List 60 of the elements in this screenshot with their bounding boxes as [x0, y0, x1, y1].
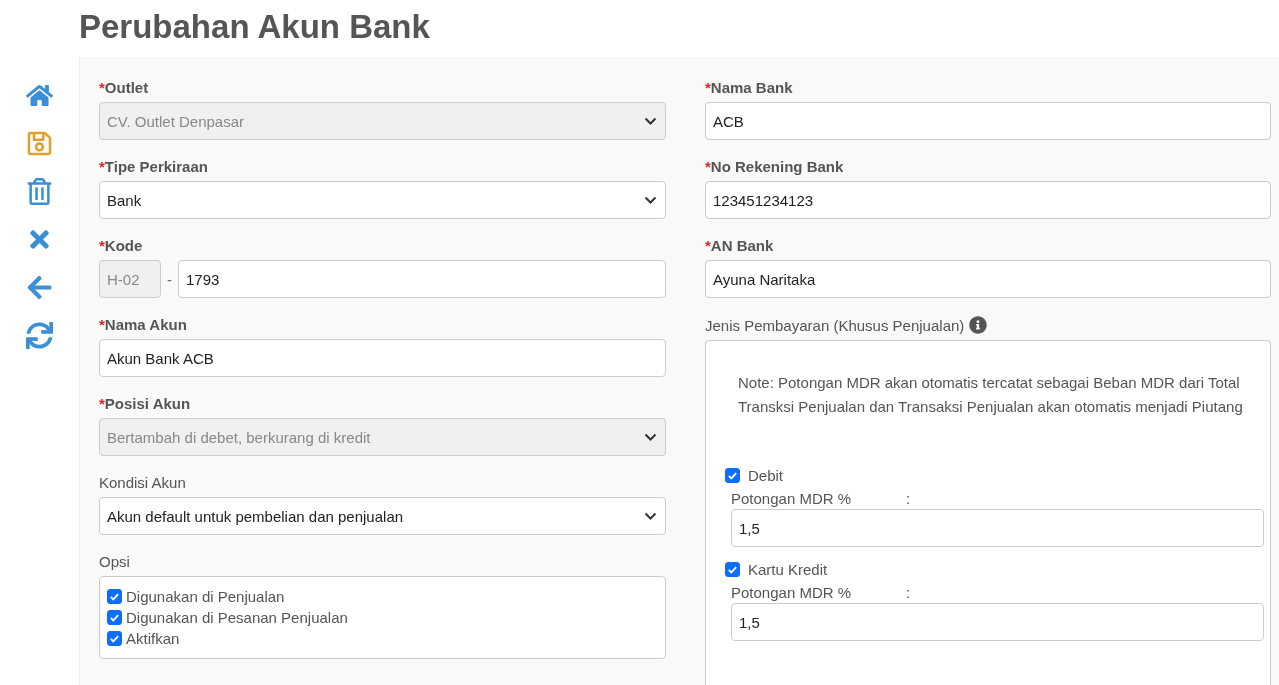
checkbox-label: Debit [748, 467, 784, 484]
chevron-down-icon [644, 195, 657, 205]
checkbox-label: Digunakan di Pesanan Penjualan [126, 609, 348, 626]
field-label: Kode [104, 237, 143, 254]
chevron-down-icon [644, 432, 657, 442]
required-mark: * [99, 79, 105, 96]
code-prefix-field: H-02 [99, 260, 161, 298]
input-field[interactable]: ACB [705, 102, 1271, 140]
mdr-label: Potongan MDR % [731, 490, 853, 507]
checkmark-icon [109, 612, 120, 623]
checkmark-icon [727, 470, 738, 481]
field-label: AN Bank [710, 237, 774, 254]
input-field[interactable]: Ayuna Naritaka [705, 260, 1271, 298]
checkbox-label: Kartu Kredit [748, 561, 828, 578]
required-mark: * [705, 158, 711, 175]
required-mark: * [99, 237, 105, 254]
required-mark: * [99, 316, 105, 333]
input-field[interactable]: 123451234123 [705, 181, 1271, 219]
colon-text: : [906, 490, 911, 507]
select-field[interactable]: Bank [99, 181, 666, 219]
field-label: Outlet [104, 79, 149, 96]
arrow-left-icon[interactable] [26, 274, 53, 301]
note-text: Note: Potongan MDR akan otomatis tercatat sebagai Beban MDR dari Total Transksi Penjualan dan Transaksi Penjualan akan otomatis menjadi Piutang [738, 373, 1243, 417]
checkbox[interactable] [725, 468, 740, 483]
input-field[interactable]: 1,5 [731, 509, 1264, 547]
required-mark: * [705, 237, 711, 254]
info-icon[interactable] [969, 316, 988, 334]
field-label: Kondisi Akun [99, 474, 186, 491]
mdr-label: Potongan MDR % [731, 584, 853, 601]
checkmark-icon [109, 591, 120, 602]
checkbox-label: Digunakan di Penjualan [126, 588, 285, 605]
required-mark: * [99, 158, 105, 175]
separator-text: - [167, 270, 172, 288]
required-mark: * [705, 79, 711, 96]
refresh-icon[interactable] [26, 322, 53, 349]
select-field[interactable]: Akun default untuk pembelian dan penjualan [99, 497, 666, 535]
checkbox[interactable] [725, 562, 740, 577]
checkmark-icon [109, 633, 120, 644]
field-label: Tipe Perkiraan [104, 158, 208, 175]
field-label: Nama Bank [710, 79, 793, 96]
field-label: No Rekening Bank [710, 158, 844, 175]
checkbox-label: Aktifkan [126, 630, 180, 647]
required-mark: * [99, 395, 105, 412]
trash-icon[interactable] [26, 178, 53, 205]
checkbox[interactable] [107, 631, 122, 646]
checkbox[interactable] [107, 589, 122, 604]
checkbox[interactable] [107, 610, 122, 625]
chevron-down-icon [644, 116, 657, 126]
field-label: Jenis Pembayaran (Khusus Penjualan) [705, 316, 965, 334]
chevron-down-icon [644, 511, 657, 521]
colon-text: : [906, 584, 911, 601]
input-field[interactable]: Akun Bank ACB [99, 339, 666, 377]
input-field[interactable]: 1793 [178, 260, 666, 298]
checkmark-icon [727, 564, 738, 575]
field-label: Posisi Akun [104, 395, 191, 412]
field-label: Nama Akun [104, 316, 187, 333]
page-title: Perubahan Akun Bank [79, 7, 431, 47]
field-label: Opsi [99, 553, 130, 570]
input-field[interactable]: 1,5 [731, 603, 1264, 641]
home-icon[interactable] [26, 82, 53, 109]
